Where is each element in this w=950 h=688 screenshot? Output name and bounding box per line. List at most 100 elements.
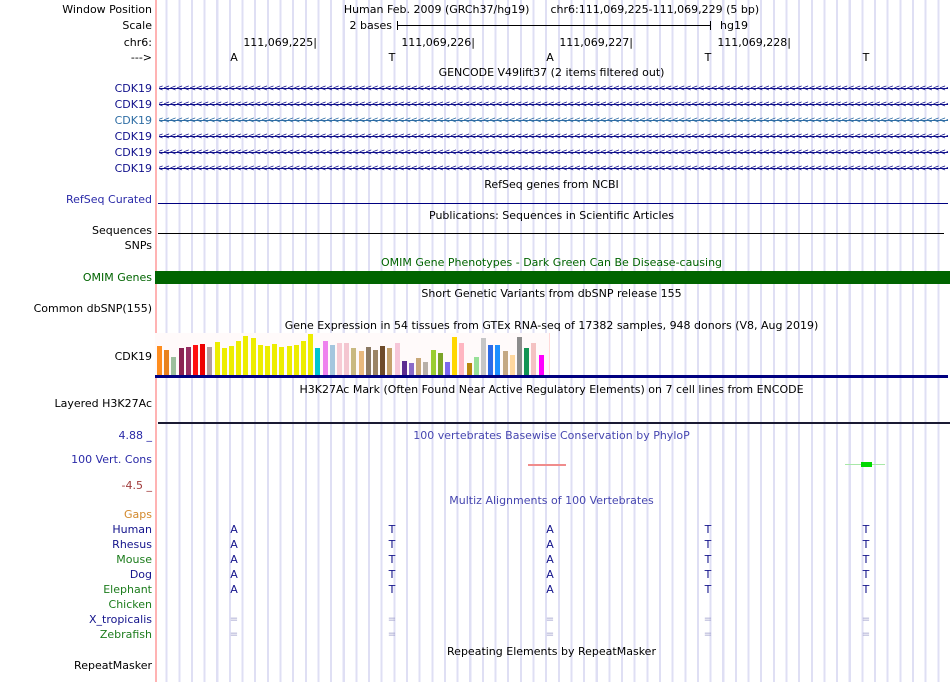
gtex-tissue-bar[interactable] — [351, 348, 357, 375]
phylop-track-header[interactable]: 100 vertebrates Basewise Conservation by… — [155, 429, 948, 442]
gtex-tissue-bar[interactable] — [358, 351, 364, 375]
gtex-tissue-bar[interactable] — [171, 357, 177, 375]
multiz-alignment-row[interactable] — [0, 598, 950, 611]
gtex-tissue-bar[interactable] — [308, 334, 314, 375]
gtex-tissue-bar[interactable] — [538, 355, 544, 375]
multiz-alignment-row[interactable]: ATATT — [0, 583, 950, 596]
gtex-tissue-bar[interactable] — [509, 355, 515, 375]
gtex-tissue-bar[interactable] — [517, 337, 522, 375]
gtex-tissue-bar[interactable] — [473, 357, 479, 375]
refseq-curated-line[interactable] — [158, 203, 948, 204]
gtex-tissue-bar[interactable] — [488, 345, 494, 375]
gtex-tissue-bar[interactable] — [423, 362, 429, 375]
multiz-alignment-row[interactable]: = = = = = — [0, 628, 950, 641]
gencode-transcript-arrows[interactable]: <<<<<<<<<<<<<<<<<<<<<<<<<<<<<<<<<<<<<<<<… — [159, 146, 948, 159]
multiz-alignment-row[interactable]: ATATT — [0, 538, 950, 551]
refseq-track-header[interactable]: RefSeq genes from NCBI — [155, 178, 948, 191]
gencode-transcript-label[interactable]: CDK19 — [0, 162, 152, 175]
gtex-tissue-bar[interactable] — [272, 344, 278, 375]
gtex-tissue-bar[interactable] — [401, 361, 407, 375]
multiz-alignment-row[interactable]: ATATT — [0, 553, 950, 566]
gtex-tissue-bar[interactable] — [229, 346, 234, 375]
phylop-negative-mark[interactable] — [528, 464, 566, 466]
multiz-track-header[interactable]: Multiz Alignments of 100 Vertebrates — [155, 494, 948, 507]
chromosome-tick-row[interactable]: 111,069,225| 111,069,226| 111,069,227| 111,… — [0, 36, 950, 49]
gtex-tissue-bar[interactable] — [178, 348, 184, 375]
sequences-line[interactable] — [158, 233, 944, 234]
gencode-transcript-label[interactable]: CDK19 — [0, 98, 152, 111]
gtex-tissue-bar[interactable] — [452, 337, 458, 375]
gtex-expression-bar-chart[interactable] — [155, 333, 550, 376]
gtex-tissue-bar[interactable] — [193, 345, 198, 375]
phylop-positive-mark-box[interactable] — [861, 462, 872, 467]
h3k27ac-track-header[interactable]: H3K27Ac Mark (Often Found Near Active Re… — [155, 383, 948, 396]
gtex-tissue-bar[interactable] — [301, 341, 306, 375]
gencode-transcript-arrows[interactable]: <<<<<<<<<<<<<<<<<<<<<<<<<<<<<<<<<<<<<<<<… — [159, 82, 948, 95]
gtex-tissue-bar[interactable] — [531, 343, 537, 375]
gtex-tissue-bar[interactable] — [524, 348, 530, 375]
gtex-tissue-bar[interactable] — [322, 341, 328, 375]
gencode-transcript-label[interactable]: CDK19 — [0, 114, 152, 127]
gtex-tissue-bar[interactable] — [502, 351, 508, 375]
common-dbsnp-label[interactable]: Common dbSNP(155) — [0, 302, 152, 315]
gtex-tissue-bar[interactable] — [495, 345, 501, 375]
gtex-tissue-bar[interactable] — [430, 350, 436, 375]
gtex-tissue-bar[interactable] — [214, 342, 220, 375]
dbsnp-track-header[interactable]: Short Genetic Variants from dbSNP releas… — [155, 287, 948, 300]
gtex-tissue-bar[interactable] — [459, 343, 465, 375]
gtex-tissue-bar[interactable] — [293, 345, 299, 375]
phylop-track-label[interactable]: 100 Vert. Cons — [0, 453, 152, 466]
gtex-track-header[interactable]: Gene Expression in 54 tissues from GTEx … — [155, 319, 948, 332]
omim-track-header[interactable]: OMIM Gene Phenotypes - Dark Green Can Be… — [155, 256, 948, 269]
gtex-tissue-bar[interactable] — [329, 345, 335, 375]
gtex-tissue-bar[interactable] — [265, 346, 270, 375]
multiz-alignment-row[interactable]: ATATT — [0, 523, 950, 536]
gencode-transcript-arrows[interactable]: <<<<<<<<<<<<<<<<<<<<<<<<<<<<<<<<<<<<<<<<… — [159, 114, 948, 127]
gtex-tissue-bar[interactable] — [481, 338, 486, 375]
gtex-tissue-bar[interactable] — [337, 343, 342, 375]
gtex-tissue-bar[interactable] — [380, 346, 386, 375]
gencode-transcript-arrows[interactable]: <<<<<<<<<<<<<<<<<<<<<<<<<<<<<<<<<<<<<<<<… — [159, 162, 948, 175]
gtex-gene-label[interactable]: CDK19 — [0, 350, 152, 363]
repeatmasker-track-header[interactable]: Repeating Elements by RepeatMasker — [155, 645, 948, 658]
gtex-tissue-bar[interactable] — [466, 363, 472, 375]
snps-label[interactable]: SNPs — [0, 239, 152, 252]
gtex-tissue-bar[interactable] — [279, 347, 285, 375]
gtex-tissue-bar[interactable] — [207, 347, 213, 375]
gtex-tissue-bar[interactable] — [236, 341, 242, 375]
gtex-tissue-bar[interactable] — [257, 345, 263, 375]
gencode-transcript-label[interactable]: CDK19 — [0, 130, 152, 143]
layered-h3k27ac-label[interactable]: Layered H3K27Ac — [0, 397, 152, 410]
sequences-label[interactable]: Sequences — [0, 224, 152, 237]
gtex-tissue-bar[interactable] — [157, 346, 162, 375]
h3k27ac-signal-line[interactable] — [158, 422, 950, 424]
gtex-tissue-bar[interactable] — [445, 362, 450, 375]
refseq-curated-label[interactable]: RefSeq Curated — [0, 193, 152, 206]
gtex-tissue-bar[interactable] — [286, 346, 292, 375]
gtex-tissue-bar[interactable] — [200, 344, 206, 375]
gencode-transcript-arrows[interactable]: <<<<<<<<<<<<<<<<<<<<<<<<<<<<<<<<<<<<<<<<… — [159, 130, 948, 143]
gtex-tissue-bar[interactable] — [250, 338, 256, 375]
gtex-tissue-bar[interactable] — [164, 350, 170, 375]
publications-track-header[interactable]: Publications: Sequences in Scientific Ar… — [155, 209, 948, 222]
gencode-transcript-label[interactable]: CDK19 — [0, 82, 152, 95]
gtex-tissue-bar[interactable] — [315, 348, 321, 375]
omim-gene-bar[interactable] — [155, 271, 950, 284]
gtex-tissue-bar[interactable] — [373, 350, 378, 375]
gtex-tissue-bar[interactable] — [243, 336, 249, 375]
sequence-base-row[interactable]: ATATT — [0, 51, 950, 64]
gtex-tissue-bar[interactable] — [344, 343, 350, 375]
gtex-tissue-bar[interactable] — [416, 358, 422, 375]
gtex-tissue-bar[interactable] — [185, 347, 191, 375]
repeatmasker-label[interactable]: RepeatMasker — [0, 659, 152, 672]
gtex-tissue-bar[interactable] — [387, 348, 393, 375]
gtex-tissue-bar[interactable] — [409, 363, 414, 375]
omim-genes-label[interactable]: OMIM Genes — [0, 271, 152, 284]
gtex-tissue-bar[interactable] — [437, 353, 443, 375]
gtex-tissue-bar[interactable] — [394, 343, 400, 375]
multiz-gaps-label[interactable]: Gaps — [0, 508, 152, 521]
gtex-tissue-bar[interactable] — [365, 347, 371, 375]
multiz-alignment-row[interactable]: ATATT — [0, 568, 950, 581]
gtex-tissue-bar[interactable] — [221, 348, 227, 375]
multiz-alignment-row[interactable]: = = = = = — [0, 613, 950, 626]
